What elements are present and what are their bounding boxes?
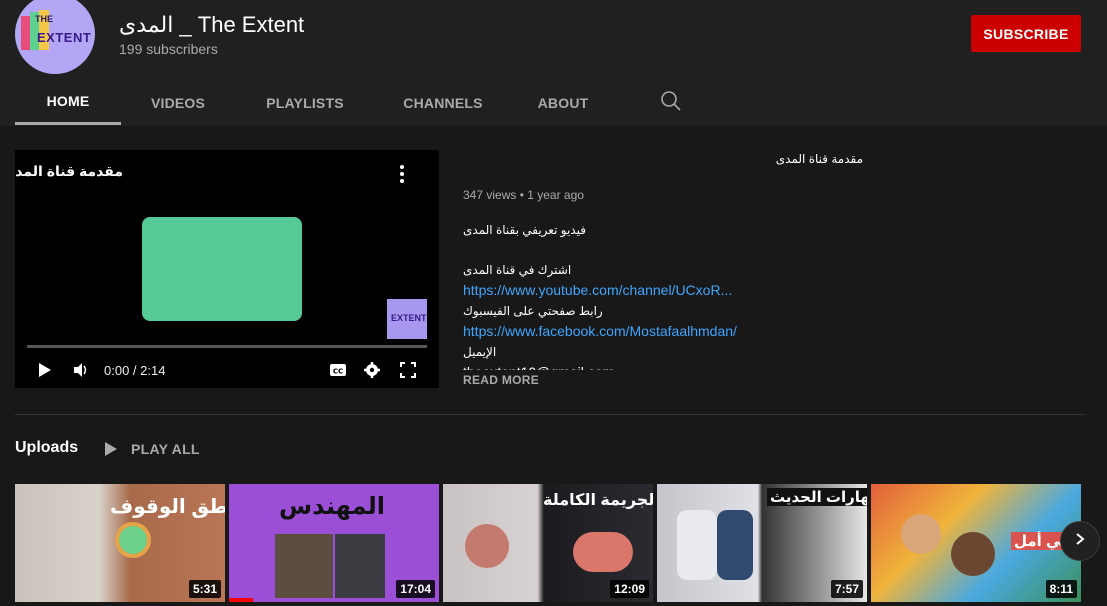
svg-text:CC: CC [333,368,343,376]
search-icon[interactable] [660,90,682,112]
video-duration: 5:31 [188,580,221,598]
video-thumbnail[interactable]: الجريمة الكاملة 12:09 [443,484,653,602]
player-title: مقدمة قناة المدى [15,163,123,179]
avatar-book [21,16,30,50]
chevron-right-icon [1073,532,1087,551]
thumbnail-photo [573,532,633,572]
tab-videos[interactable]: VIDEOS [121,80,235,125]
video-thumbnail[interactable]: مهارات الحديث 7:57 [657,484,867,602]
more-options-icon[interactable] [395,164,409,184]
featured-video-description: فيديو تعريفي بقناة المدى اشترك في قناة ا… [463,220,793,370]
facebook-page-link[interactable]: https://www.facebook.com/Mostafaalhmdan/ [463,323,737,339]
thumbnail-photo [901,514,941,554]
play-icon[interactable] [37,361,53,381]
section-divider [15,414,1085,415]
progress-bar[interactable] [27,345,427,348]
uploads-heading[interactable]: Uploads [15,439,78,457]
subscribe-button[interactable]: SUBSCRIBE [971,15,1081,52]
watermark-text: EXTENT [391,313,427,323]
avatar-logo-text: THE [35,14,53,24]
video-thumbnail[interactable]: المهندس 17:04 [229,484,439,602]
video-thumbnail[interactable]: مناطق الوقوف 5:31 [15,484,225,602]
featured-video-title[interactable]: مقدمة قناة المدى [776,152,863,166]
tab-playlists[interactable]: PLAYLISTS [235,80,375,125]
video-thumbnail[interactable]: في أمل 8:11 [871,484,1081,602]
scroll-next-button[interactable] [1060,521,1100,561]
fullscreen-icon[interactable] [399,361,417,381]
channel-header: THE EXTENT المدى _ The Extent 199 subscr… [0,0,1107,126]
description-email: theextent10@gmail.com [463,362,793,370]
channel-tabs: HOME VIDEOS PLAYLISTS CHANNELS ABOUT [15,80,615,126]
play-all-button[interactable]: PLAY ALL [131,441,200,457]
thumbnail-photo [677,510,717,580]
captions-icon[interactable]: CC [328,361,348,381]
video-player[interactable]: مقدمة قناة المدى EXTENT 0:00 / 2:14 CC [15,150,439,388]
tab-home[interactable]: HOME [15,80,121,125]
video-duration: 8:11 [1045,580,1077,598]
video-duration: 17:04 [396,580,435,598]
volume-icon[interactable] [72,361,90,381]
featured-video-meta: 347 views • 1 year ago [463,188,584,202]
read-more-button[interactable]: READ MORE [463,373,539,387]
thumbnail-photo [717,510,753,580]
youtube-channel-link[interactable]: https://www.youtube.com/channel/UCxoR... [463,282,732,298]
thumbnail-overlay-text: المهندس [279,493,385,520]
tab-channels[interactable]: CHANNELS [375,80,511,125]
time-display: 0:00 / 2:14 [104,363,166,378]
description-line: فيديو تعريفي بقناة المدى [463,223,586,237]
target-graphic [115,522,151,558]
thumbnail-overlay-text: مهارات الحديث [767,488,867,506]
video-frame-card [142,217,302,321]
thumbnail-photo [275,534,333,598]
video-duration: 7:57 [830,580,863,598]
thumbnail-overlay-text: مناطق الوقوف [110,496,225,518]
subscriber-count: 199 subscribers [119,41,218,57]
description-line: الإيميل [463,345,497,359]
video-duration: 12:09 [610,580,649,598]
channel-title: المدى _ The Extent [119,12,305,37]
description-line: اشترك في قناة المدى [463,263,572,277]
description-line: رابط صفحتي على الفيسبوك [463,304,603,318]
avatar-logo-text: EXTENT [37,30,92,45]
thumbnail-photo [335,534,385,598]
channel-avatar[interactable]: THE EXTENT [15,0,95,74]
watched-progress [229,598,253,602]
thumbnail-photo [465,524,509,568]
play-all-icon[interactable] [104,441,118,457]
thumbnail-photo [951,532,995,576]
channel-watermark: EXTENT [387,299,427,339]
thumbnail-overlay-text: الجريمة الكاملة [543,492,653,509]
tab-about[interactable]: ABOUT [511,80,615,125]
settings-gear-icon[interactable] [363,361,381,381]
